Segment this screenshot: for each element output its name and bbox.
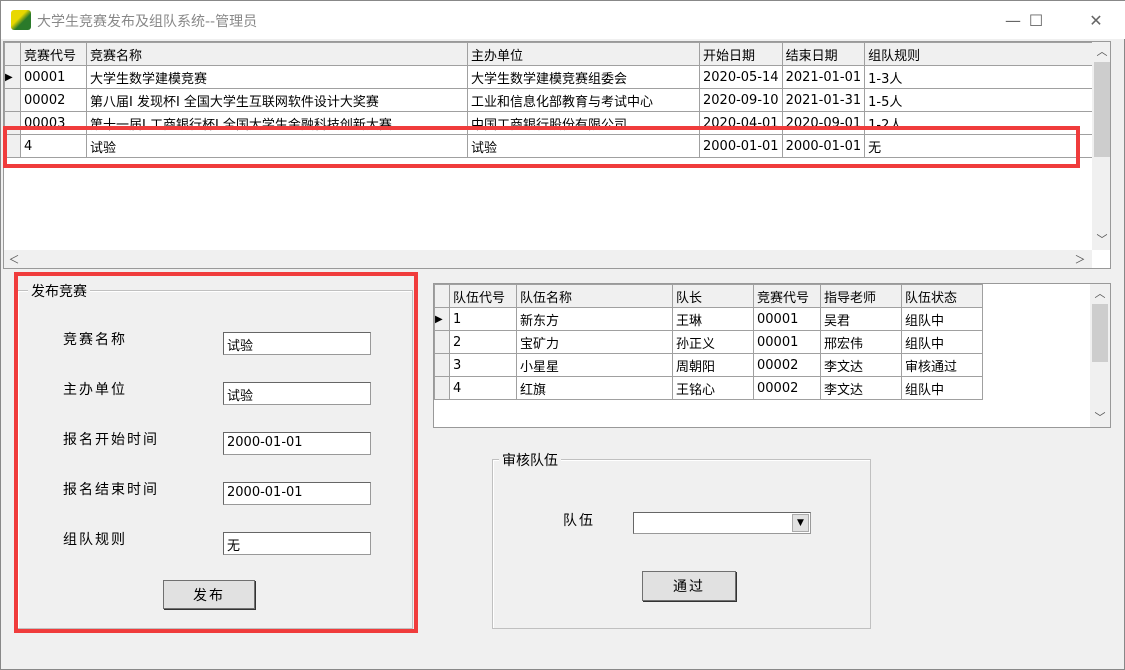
row-selector-current-icon[interactable]: ▶ [434,307,450,331]
scroll-down-icon[interactable]: ﹀ [1090,408,1110,426]
table-cell[interactable]: 00001 [753,330,821,354]
review-group-title: 审核队伍 [499,450,561,470]
table-cell[interactable]: 00002 [753,376,821,400]
row-selector[interactable] [434,376,450,400]
table-cell[interactable]: 新东方 [516,307,673,331]
scroll-up-icon[interactable]: ︿ [1092,42,1110,60]
scroll-up-icon[interactable]: ︿ [1090,284,1110,302]
scrollbar-thumb[interactable] [1092,304,1108,362]
table-row[interactable]: 2 宝矿力 孙正义 00001 邢宏伟 组队中 [434,330,983,354]
table-cell[interactable]: 00002 [20,88,87,112]
row-selector[interactable] [434,330,450,354]
table-cell[interactable]: 大学生数学建模竞赛组委会 [467,65,700,89]
vertical-scrollbar[interactable]: ︿ ﹀ [1092,42,1110,250]
column-header[interactable]: 指导老师 [820,284,902,308]
table-row[interactable]: 4 红旗 王铭心 00002 李文达 组队中 [434,376,983,400]
title-bar: 大学生竞赛发布及组队系统--管理员 — ☐ ✕ [1,1,1125,39]
table-cell[interactable]: 1 [449,307,517,331]
table-cell[interactable]: 2021-01-01 [781,65,866,89]
column-header[interactable]: 竞赛名称 [86,42,468,66]
table-cell[interactable]: 2 [449,330,517,354]
table-cell[interactable]: 工业和信息化部教育与考试中心 [467,88,700,112]
table-cell[interactable]: 组队中 [901,330,983,354]
row-indicator-header [4,42,21,66]
teams-grid[interactable]: 队伍代号 队伍名称 队长 竞赛代号 指导老师 队伍状态 ▶ 1 新东方 王琳 00001 吴君 组队中… [433,283,1111,428]
table-cell[interactable]: 小星星 [516,353,673,377]
dropdown-arrow-icon[interactable]: ▼ [792,514,809,532]
table-cell[interactable]: 吴君 [820,307,902,331]
row-selector[interactable] [434,353,450,377]
table-cell[interactable]: 00002 [753,353,821,377]
teams-vertical-scrollbar[interactable]: ︿ ﹀ [1090,284,1110,427]
column-header[interactable]: 结束日期 [781,42,866,66]
table-cell[interactable]: 4 [449,376,517,400]
team-label: 队伍 [563,513,595,529]
table-row[interactable]: ▶ 1 新东方 王琳 00001 吴君 组队中 [434,307,983,331]
scrollbar-thumb[interactable] [1094,62,1110,157]
column-header[interactable]: 队长 [672,284,754,308]
column-header[interactable]: 队伍代号 [449,284,517,308]
window-title: 大学生竞赛发布及组队系统--管理员 [37,14,258,30]
table-cell[interactable]: 王琳 [672,307,754,331]
horizontal-scrollbar[interactable]: ＜ ＞ [4,250,1092,268]
close-button[interactable]: ✕ [1073,1,1119,39]
scroll-left-icon[interactable]: ＜ [4,250,24,268]
table-cell[interactable]: 2020-09-10 [699,88,783,112]
scroll-down-icon[interactable]: ﹀ [1092,230,1110,248]
table-row[interactable]: 00002 第八届I 发现杯I 全国大学生互联网软件设计大奖赛 工业和信息化部教育与… [4,88,1098,112]
column-header[interactable]: 队伍名称 [516,284,673,308]
table-cell[interactable]: 第八届I 发现杯I 全国大学生互联网软件设计大奖赛 [86,88,468,112]
table-cell[interactable]: 2020-05-14 [699,65,783,89]
table-cell[interactable]: 邢宏伟 [820,330,902,354]
table-cell[interactable]: 3 [449,353,517,377]
app-icon [11,10,31,30]
highlight-box-publish [14,272,418,633]
table-cell[interactable]: 宝矿力 [516,330,673,354]
table-row[interactable]: ▶ 00001 大学生数学建模竞赛 大学生数学建模竞赛组委会 2020-05-14 202… [4,65,1098,89]
column-header[interactable]: 组队规则 [864,42,1098,66]
table-cell[interactable]: 孙正义 [672,330,754,354]
table-cell[interactable]: 组队中 [901,307,983,331]
table-cell[interactable]: 00001 [753,307,821,331]
scroll-right-icon[interactable]: ＞ [1070,250,1090,268]
table-cell[interactable]: 周朝阳 [672,353,754,377]
table-cell[interactable]: 00001 [20,65,87,89]
column-header[interactable]: 队伍状态 [901,284,983,308]
table-cell[interactable]: 大学生数学建模竞赛 [86,65,468,89]
table-cell[interactable]: 组队中 [901,376,983,400]
row-selector[interactable] [4,88,21,112]
review-group [492,459,871,629]
table-cell[interactable]: 李文达 [820,353,902,377]
column-header[interactable]: 竞赛代号 [753,284,821,308]
table-row[interactable]: 3 小星星 周朝阳 00002 李文达 审核通过 [434,353,983,377]
highlight-box-new-row [3,126,1080,168]
table-cell[interactable]: 2021-01-31 [781,88,866,112]
table-cell[interactable]: 红旗 [516,376,673,400]
column-header[interactable]: 主办单位 [467,42,700,66]
table-cell[interactable]: 1-5人 [864,88,1098,112]
row-selector-current-icon[interactable]: ▶ [4,65,21,89]
column-header[interactable]: 竞赛代号 [20,42,87,66]
teams-table: 队伍代号 队伍名称 队长 竞赛代号 指导老师 队伍状态 ▶ 1 新东方 王琳 00001 吴君 组队中… [434,284,983,400]
maximize-button[interactable]: ☐ [1013,1,1059,39]
column-header[interactable]: 开始日期 [699,42,783,66]
approve-button[interactable]: 通过 [642,571,736,601]
team-select[interactable]: ▼ [633,512,811,534]
table-cell[interactable]: 李文达 [820,376,902,400]
table-cell[interactable]: 王铭心 [672,376,754,400]
table-cell[interactable]: 1-3人 [864,65,1098,89]
row-indicator-header [434,284,450,308]
table-cell[interactable]: 审核通过 [901,353,983,377]
